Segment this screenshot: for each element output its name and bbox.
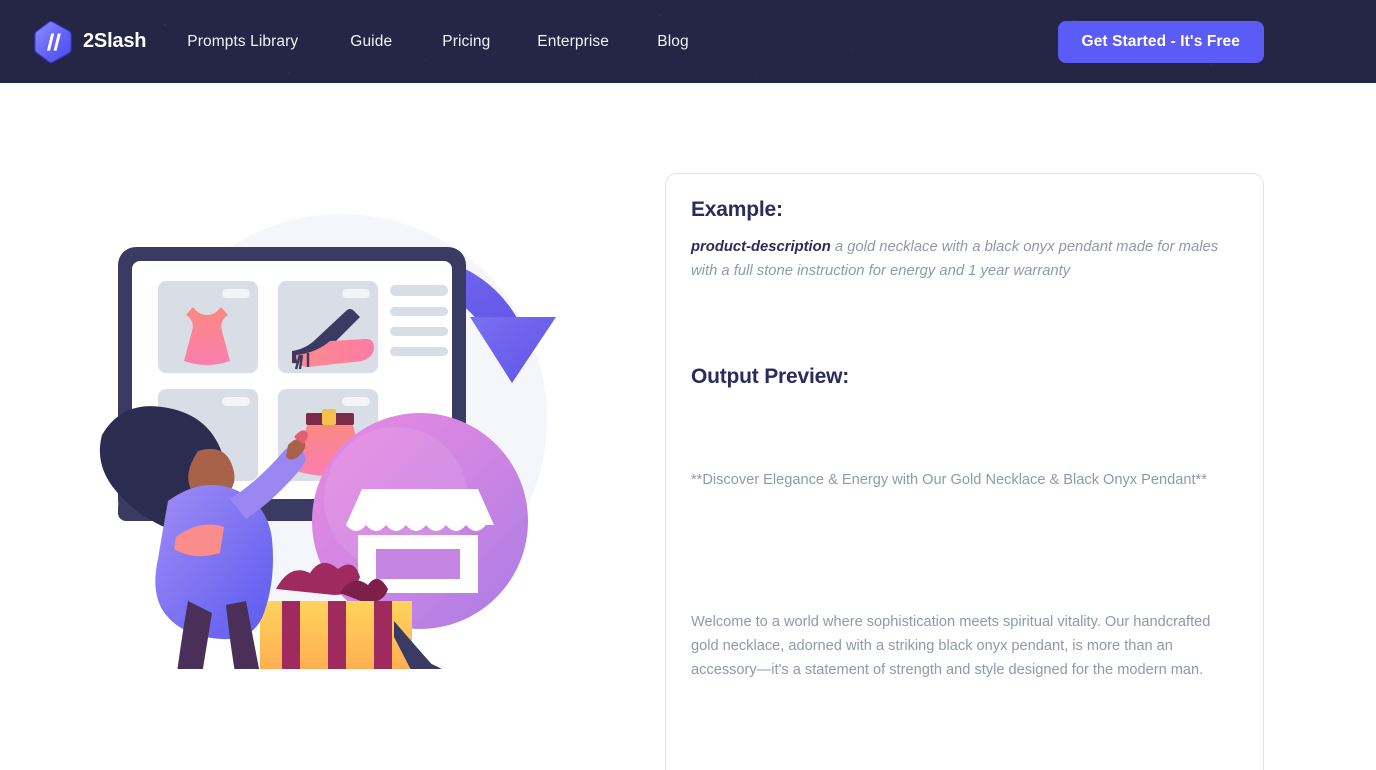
nav-link-prompts-library[interactable]: Prompts Library xyxy=(187,33,298,51)
brand-name: 2Slash xyxy=(83,30,147,52)
nav-slot-enterprise: Enterprise xyxy=(537,33,657,51)
nav-slot-blog: Blog xyxy=(657,33,688,51)
prompt-tag: product-description xyxy=(691,239,831,256)
nav-link-guide[interactable]: Guide xyxy=(350,33,392,51)
output-paragraph: **Discover Elegance & Energy with Our Go… xyxy=(691,471,1207,488)
nav-link-blog[interactable]: Blog xyxy=(657,33,688,51)
output-preview-body: **Discover Elegance & Energy with Our Go… xyxy=(691,420,1238,770)
nav-slot-prompts-library: Prompts Library xyxy=(187,33,350,51)
output-preview-heading: Output Preview: xyxy=(691,364,850,388)
get-started-button[interactable]: Get Started - It's Free xyxy=(1057,20,1264,63)
nav-link-pricing[interactable]: Pricing xyxy=(442,33,490,51)
ecommerce-shopping-illustration xyxy=(90,169,590,669)
example-prompt: product-description a gold necklace with… xyxy=(691,235,1238,283)
cta-container: Get Started - It's Free xyxy=(1057,20,1264,63)
brand-logo-link[interactable]: 2Slash xyxy=(34,20,147,63)
example-heading: Example: xyxy=(691,198,783,221)
site-header: 2Slash Prompts Library Guide Pricing Ent… xyxy=(0,0,1376,83)
output-paragraph: Welcome to a world where sophistication … xyxy=(691,613,1215,678)
nav-link-enterprise[interactable]: Enterprise xyxy=(537,33,609,51)
double-slash-hexagon-logo-icon xyxy=(34,20,72,63)
nav-slot-pricing: Pricing xyxy=(442,33,537,51)
main-navigation: Prompts Library Guide Pricing Enterprise… xyxy=(187,33,688,51)
example-output-panel: Example: product-description a gold neck… xyxy=(665,173,1264,770)
nav-slot-guide: Guide xyxy=(350,33,442,51)
page-body: Example: product-description a gold neck… xyxy=(0,83,1376,770)
